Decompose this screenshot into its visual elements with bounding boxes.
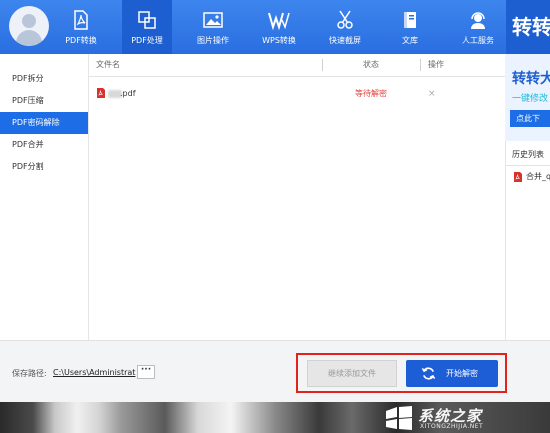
promo-title: 转转大 (512, 71, 550, 87)
bottom-action-bar: 保存路径: C:\Users\Administrat ··· 继续添加文件 开始… (0, 340, 550, 402)
sidebar-item-pdf-merge[interactable]: PDF合并 (0, 134, 88, 156)
file-list-panel: 文件名 状态 操作 .pdf 等待解密 × (89, 54, 505, 340)
remove-file-button[interactable]: × (428, 83, 436, 105)
column-header-status: 状态 (363, 60, 379, 69)
save-path-label: 保存路径: (12, 369, 47, 378)
sidebar: PDF拆分 PDF压缩 PDF密码解除 PDF合并 PDF分割 (0, 54, 89, 340)
customer-service-icon (471, 12, 485, 29)
file-name: .pdf (120, 89, 136, 98)
background-photo: 系统之家 XITONGZHIJIA.NET (0, 402, 550, 433)
column-divider[interactable] (420, 59, 421, 71)
refresh-icon (421, 367, 436, 380)
sidebar-item-pdf-divide[interactable]: PDF分割 (0, 156, 88, 178)
nav-pdf-process[interactable]: PDF处理 (122, 0, 172, 54)
nav-library[interactable]: 文库 (390, 0, 430, 54)
nav-customer-service[interactable]: 人工服务 (455, 0, 501, 54)
watermark-logo (386, 406, 412, 430)
column-header-filename: 文件名 (96, 60, 120, 69)
nav-pdf-convert[interactable]: PDF转换 (58, 0, 104, 54)
nav-wps-convert[interactable]: WPS转换 (256, 0, 302, 54)
promo-button[interactable]: 点此下 (510, 110, 550, 127)
avatar[interactable] (9, 6, 49, 46)
nav-screenshot[interactable]: 快速截屏 (322, 0, 368, 54)
pdf-icon (74, 10, 88, 30)
sidebar-item-pdf-compress[interactable]: PDF压缩 (0, 90, 88, 112)
history-divider (506, 165, 550, 166)
sidebar-item-pdf-password-remove[interactable]: PDF密码解除 (0, 112, 88, 134)
nav-image-ops[interactable]: 图片操作 (190, 0, 236, 54)
promo-banner[interactable]: 转转大 一键修改 点此下 (505, 54, 550, 141)
nav-label: 快速截屏 (329, 36, 361, 45)
nav-label: PDF处理 (131, 36, 163, 45)
nav-label: 图片操作 (197, 36, 229, 45)
history-panel: 历史列表 合并_q (505, 141, 550, 340)
column-divider[interactable] (322, 59, 323, 71)
nav-label: WPS转换 (262, 36, 296, 45)
nav-label: PDF转换 (65, 36, 97, 45)
header-divider (89, 76, 505, 77)
image-icon (203, 12, 223, 28)
nav-label: 文库 (402, 36, 418, 45)
brand-title: 转转 (506, 0, 550, 54)
table-row[interactable]: .pdf 等待解密 × (89, 83, 505, 105)
column-header-action: 操作 (428, 60, 444, 69)
top-nav-bar: PDF转换 PDF处理 图片操作 WPS转换 快速截屏 文库 人工服务 转转 (0, 0, 550, 54)
start-decrypt-button[interactable]: 开始解密 (406, 360, 498, 387)
save-path-link[interactable]: C:\Users\Administrat (53, 368, 135, 377)
add-more-files-button[interactable]: 继续添加文件 (307, 360, 397, 387)
sidebar-item-pdf-split[interactable]: PDF拆分 (0, 68, 88, 90)
wps-icon (268, 12, 290, 30)
pdf-file-icon (97, 88, 105, 98)
pdf-process-icon (138, 11, 156, 29)
pdf-file-icon (514, 172, 522, 182)
browse-path-button[interactable]: ··· (137, 365, 155, 379)
file-status: 等待解密 (355, 89, 387, 98)
promo-subtitle: 一键修改 (512, 94, 549, 104)
start-decrypt-label: 开始解密 (446, 369, 478, 378)
avatar-body (16, 30, 42, 46)
watermark-url: XITONGZHIJIA.NET (420, 423, 484, 430)
avatar-head (22, 14, 36, 28)
history-title: 历史列表 (512, 150, 544, 159)
history-item-label: 合并_q (526, 172, 550, 181)
scissors-icon (337, 10, 353, 29)
library-icon (404, 12, 416, 28)
nav-label: 人工服务 (462, 36, 494, 45)
